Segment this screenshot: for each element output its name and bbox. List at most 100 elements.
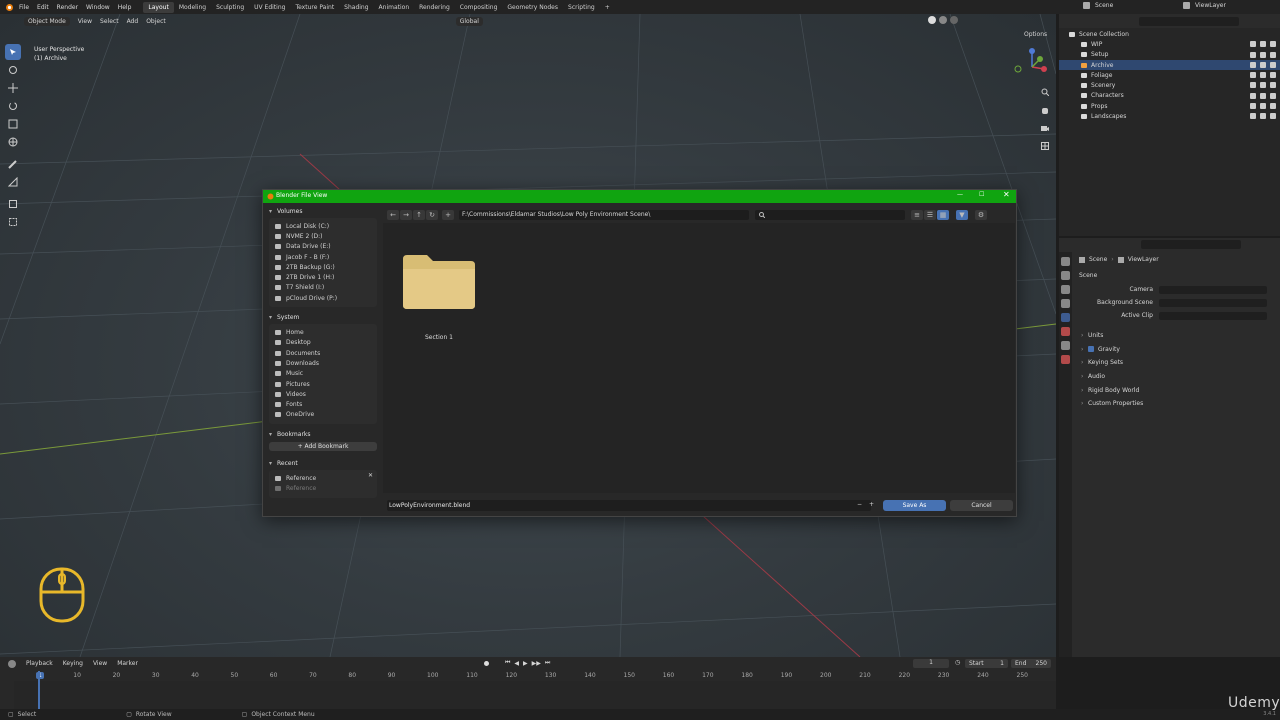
timeline-menu-keying[interactable]: Keying bbox=[63, 660, 83, 667]
visibility-toggles[interactable] bbox=[1246, 72, 1276, 79]
settings-button[interactable]: ⚙ bbox=[975, 209, 987, 220]
current-frame-field[interactable]: 1 bbox=[913, 659, 949, 668]
start-frame-field[interactable]: Start 1 bbox=[965, 659, 1008, 668]
visibility-toggles[interactable] bbox=[1246, 41, 1276, 48]
add-cube-tool[interactable] bbox=[5, 196, 21, 212]
tab-compositing[interactable]: Compositing bbox=[455, 2, 503, 13]
list-item[interactable]: Desktop bbox=[275, 338, 377, 348]
move-tool[interactable] bbox=[5, 80, 21, 96]
parent-dir-button[interactable]: ↑ bbox=[413, 209, 425, 220]
material-shading-icon[interactable] bbox=[939, 16, 947, 24]
cursor-tool[interactable] bbox=[5, 62, 21, 78]
path-input[interactable]: F:\Commissions\Eldamar Studios\Low Poly … bbox=[459, 209, 749, 220]
scene-tab-icon[interactable] bbox=[1061, 313, 1070, 322]
outliner-search-input[interactable] bbox=[1139, 16, 1239, 26]
view-layer-tab-icon[interactable] bbox=[1061, 299, 1070, 308]
rotate-tool[interactable] bbox=[5, 98, 21, 114]
outliner-row[interactable]: Setup bbox=[1059, 50, 1280, 60]
volumes-header[interactable]: Volumes bbox=[267, 205, 379, 217]
dialog-title-bar[interactable]: Blender File View — ☐ ✕ bbox=[263, 190, 1016, 203]
solid-shading-icon[interactable] bbox=[928, 16, 936, 24]
record-icon[interactable] bbox=[484, 660, 489, 666]
background-scene-input[interactable] bbox=[1159, 298, 1267, 307]
list-item[interactable]: Reference bbox=[275, 473, 377, 483]
folder-icon[interactable] bbox=[401, 253, 477, 309]
close-button[interactable]: ✕ bbox=[1003, 190, 1010, 199]
timeline-menu-marker[interactable]: Marker bbox=[117, 660, 138, 667]
filter-button[interactable]: ▼ bbox=[956, 209, 968, 220]
audio-panel[interactable]: Audio bbox=[1059, 370, 1280, 384]
blender-logo-icon[interactable] bbox=[4, 2, 14, 12]
options-dropdown[interactable]: Options bbox=[1024, 31, 1047, 38]
keying-sets-panel[interactable]: Keying Sets bbox=[1059, 356, 1280, 370]
mode-selector[interactable]: Object Mode bbox=[24, 16, 70, 26]
transform-tool[interactable] bbox=[5, 134, 21, 150]
display-compact-button[interactable]: ☰ bbox=[924, 209, 936, 220]
list-item[interactable]: Pictures bbox=[275, 379, 377, 389]
visibility-toggles[interactable] bbox=[1246, 51, 1276, 58]
visibility-toggles[interactable] bbox=[1246, 113, 1276, 120]
rigid-body-world-panel[interactable]: Rigid Body World bbox=[1059, 383, 1280, 397]
tool-tab-icon[interactable] bbox=[1061, 257, 1070, 266]
refresh-button[interactable]: ↻ bbox=[426, 209, 438, 220]
increment-filename-button[interactable]: + bbox=[869, 501, 874, 508]
add-bookmark-button[interactable]: + Add Bookmark bbox=[269, 442, 377, 452]
tab-sculpting[interactable]: Sculpting bbox=[211, 2, 249, 13]
play-icon[interactable]: ▶ bbox=[523, 660, 528, 667]
transform-orientation[interactable]: Global bbox=[455, 16, 483, 26]
scale-tool[interactable] bbox=[5, 116, 21, 132]
list-item[interactable]: Videos bbox=[275, 389, 377, 399]
outliner-row[interactable]: Props bbox=[1059, 101, 1280, 111]
folder-name[interactable]: Section 1 bbox=[401, 334, 477, 341]
custom-properties-panel[interactable]: Custom Properties bbox=[1059, 397, 1280, 411]
extra-tool[interactable] bbox=[5, 214, 21, 230]
timeline-menu-view[interactable]: View bbox=[93, 660, 107, 667]
tab-rendering[interactable]: Rendering bbox=[414, 2, 455, 13]
visibility-toggles[interactable] bbox=[1246, 103, 1276, 110]
tab-animation[interactable]: Animation bbox=[374, 2, 415, 13]
tab-texture-paint[interactable]: Texture Paint bbox=[290, 2, 339, 13]
tab-scripting[interactable]: Scripting bbox=[563, 2, 600, 13]
annotate-tool[interactable] bbox=[5, 156, 21, 172]
checkbox-icon[interactable] bbox=[1088, 346, 1094, 353]
list-item[interactable]: pCloud Drive (P:) bbox=[275, 293, 377, 303]
menu-window[interactable]: Window bbox=[86, 4, 110, 11]
cancel-button[interactable]: Cancel bbox=[950, 500, 1013, 511]
units-panel[interactable]: Units bbox=[1059, 329, 1280, 343]
select-tool[interactable] bbox=[5, 44, 21, 60]
tab-geometry-nodes[interactable]: Geometry Nodes bbox=[502, 2, 563, 13]
new-folder-button[interactable]: + bbox=[442, 209, 454, 220]
gravity-panel[interactable]: Gravity bbox=[1059, 343, 1280, 357]
properties-search-input[interactable] bbox=[1141, 239, 1241, 249]
view-layer-selector[interactable]: ViewLayer bbox=[1183, 2, 1226, 9]
outliner-row[interactable]: Foliage bbox=[1059, 70, 1280, 80]
file-browser-area[interactable] bbox=[383, 223, 1015, 493]
jump-end-icon[interactable]: ⏭ bbox=[545, 659, 550, 667]
forward-button[interactable]: → bbox=[400, 209, 412, 220]
menu-help[interactable]: Help bbox=[118, 4, 132, 11]
list-item[interactable]: Music bbox=[275, 369, 377, 379]
list-item[interactable]: Data Drive (E:) bbox=[275, 242, 377, 252]
minimize-button[interactable]: — bbox=[957, 191, 963, 198]
outliner-row-selected[interactable]: Archive bbox=[1059, 59, 1280, 71]
outliner-row[interactable]: Scenery bbox=[1059, 80, 1280, 90]
add-workspace-button[interactable]: + bbox=[600, 2, 615, 13]
end-frame-field[interactable]: End 250 bbox=[1011, 659, 1051, 668]
list-item[interactable]: OneDrive bbox=[275, 410, 377, 420]
playhead[interactable] bbox=[38, 671, 40, 709]
tab-uv-editing[interactable]: UV Editing bbox=[249, 2, 290, 13]
list-item[interactable]: Documents bbox=[275, 348, 377, 358]
system-header[interactable]: System bbox=[267, 311, 379, 323]
output-tab-icon[interactable] bbox=[1061, 285, 1070, 294]
clock-icon[interactable]: ◷ bbox=[955, 659, 960, 666]
list-item[interactable]: Local Disk (C:) bbox=[275, 221, 377, 231]
save-as-button[interactable]: Save As bbox=[883, 500, 946, 511]
ortho-toggle-button[interactable] bbox=[1039, 140, 1051, 152]
visibility-toggles[interactable] bbox=[1246, 61, 1276, 68]
display-thumbnails-button[interactable]: ▦ bbox=[937, 209, 949, 220]
maximize-button[interactable]: ☐ bbox=[979, 191, 984, 198]
outliner-row[interactable]: WIP bbox=[1059, 39, 1280, 49]
menu-render[interactable]: Render bbox=[57, 4, 78, 11]
navigation-gizmo[interactable] bbox=[1012, 45, 1052, 85]
list-item[interactable]: Downloads bbox=[275, 358, 377, 368]
